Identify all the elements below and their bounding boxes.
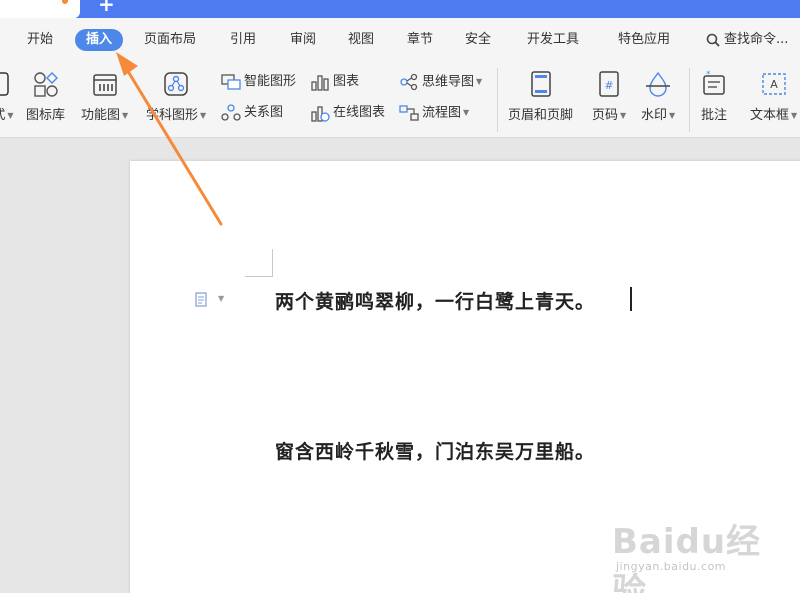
menu-references[interactable]: 引用: [230, 29, 256, 51]
comment-button[interactable]: * 批注: [700, 70, 728, 123]
document-text-line-1[interactable]: 两个黄鹂鸣翠柳，一行白鹭上青天。: [275, 287, 595, 314]
text-box-label: 文本框: [750, 108, 790, 123]
smart-shape-label: 智能图形: [244, 74, 297, 89]
flow-chart-icon: [399, 105, 419, 121]
document-text-line-2[interactable]: 窗含西岭千秋雪，门泊东吴万里船。: [275, 437, 595, 464]
online-chart-button[interactable]: 在线图表: [310, 103, 385, 123]
paragraph-handle-icon[interactable]: [194, 292, 210, 308]
chevron-down-icon: ▼: [7, 111, 14, 120]
svg-text:#: #: [604, 79, 613, 92]
watermark-label: 水印: [641, 108, 668, 123]
partial-style-button[interactable]: 式▼: [0, 70, 14, 123]
search-command[interactable]: 查找命令...: [706, 29, 788, 51]
icon-library-label: 图标库: [26, 108, 66, 123]
text-cursor: [630, 287, 632, 311]
menu-bar: 开始 插入 页面布局 引用 审阅 视图 章节 安全 开发工具 特色应用 查找命令…: [0, 18, 800, 62]
svg-text:*: *: [706, 70, 711, 80]
mind-map-button[interactable]: 思维导图 ▼: [399, 72, 482, 92]
page-number-icon: #: [599, 71, 619, 97]
svg-text:A: A: [770, 78, 778, 91]
header-footer-label: 页眉和页脚: [508, 108, 574, 123]
relation-chart-label: 关系图: [244, 105, 284, 120]
function-chart-label: 功能图: [81, 108, 121, 123]
watermark-url: jingyan.baidu.com: [616, 560, 727, 573]
chevron-down-icon: ▼: [620, 111, 627, 120]
partial-style-label: 式: [0, 108, 5, 123]
subject-shape-icon: [164, 72, 188, 96]
chevron-down-icon[interactable]: ▼: [218, 294, 224, 303]
icon-library-button[interactable]: 图标库: [26, 70, 65, 123]
mind-map-label: 思维导图: [422, 74, 475, 90]
comment-icon: *: [703, 70, 725, 95]
chevron-down-icon: ▼: [122, 111, 129, 120]
subject-shape-label: 学科图形: [146, 108, 199, 123]
menu-chapter[interactable]: 章节: [407, 29, 433, 51]
menu-special-apps[interactable]: 特色应用: [618, 29, 670, 51]
chevron-down-icon: ▼: [200, 111, 207, 120]
online-chart-label: 在线图表: [333, 105, 386, 120]
text-box-button[interactable]: A 文本框 ▼: [750, 70, 797, 123]
bar-chart-icon: [311, 74, 329, 91]
menu-page-layout[interactable]: 页面布局: [144, 29, 196, 51]
search-command-label: 查找命令...: [724, 32, 789, 47]
menu-review[interactable]: 审阅: [290, 29, 316, 51]
text-box-icon: A: [761, 73, 786, 95]
document-tab[interactable]: [0, 0, 80, 18]
chart-button[interactable]: 图表: [310, 72, 359, 92]
ribbon-separator: [497, 68, 498, 132]
partial-shape-icon: [0, 72, 9, 96]
menu-security[interactable]: 安全: [465, 29, 491, 51]
icon-library-icon: [33, 72, 58, 97]
page-number-button[interactable]: # 页码 ▼: [592, 70, 626, 123]
menu-insert[interactable]: 插入: [75, 29, 124, 51]
flow-chart-label: 流程图: [422, 105, 462, 121]
function-chart-icon: [92, 74, 117, 96]
relation-chart-icon: [221, 103, 241, 121]
title-bar: +: [0, 0, 800, 18]
header-footer-icon: [530, 71, 551, 97]
margin-corner-mark: [245, 249, 273, 277]
page-number-label: 页码: [592, 108, 619, 123]
watermark-button[interactable]: 水印 ▼: [641, 70, 675, 123]
header-footer-button[interactable]: 页眉和页脚: [508, 70, 573, 123]
smart-shape-icon: [221, 73, 241, 90]
search-icon: [706, 33, 720, 47]
new-tab-button[interactable]: +: [98, 0, 115, 14]
online-chart-icon: [311, 105, 330, 122]
baidu-watermark: Baidu经验 jingyan.baidu.com: [612, 506, 792, 593]
ribbon-separator: [689, 68, 690, 132]
menu-start[interactable]: 开始: [27, 29, 53, 51]
mind-map-icon: [400, 73, 418, 91]
chevron-down-icon: ▼: [463, 108, 470, 117]
subject-shape-button[interactable]: 学科图形 ▼: [146, 70, 206, 123]
comment-label: 批注: [700, 108, 727, 123]
function-chart-button[interactable]: 功能图 ▼: [81, 70, 128, 123]
chart-label: 图表: [333, 74, 360, 89]
chevron-down-icon: ▼: [791, 111, 798, 120]
watermark-logo: Baidu经验: [612, 522, 762, 593]
menu-developer[interactable]: 开发工具: [527, 29, 579, 51]
chevron-down-icon: ▼: [476, 77, 483, 86]
relation-chart-button[interactable]: 关系图: [221, 103, 283, 123]
flow-chart-button[interactable]: 流程图 ▼: [399, 103, 469, 123]
watermark-icon: [646, 71, 671, 97]
insert-ribbon: 式▼ 图标库 功能图▼ 学科图形▼: [0, 62, 800, 138]
chevron-down-icon: ▼: [669, 111, 676, 120]
smart-shape-button[interactable]: 智能图形: [221, 72, 296, 92]
menu-view[interactable]: 视图: [348, 29, 374, 51]
